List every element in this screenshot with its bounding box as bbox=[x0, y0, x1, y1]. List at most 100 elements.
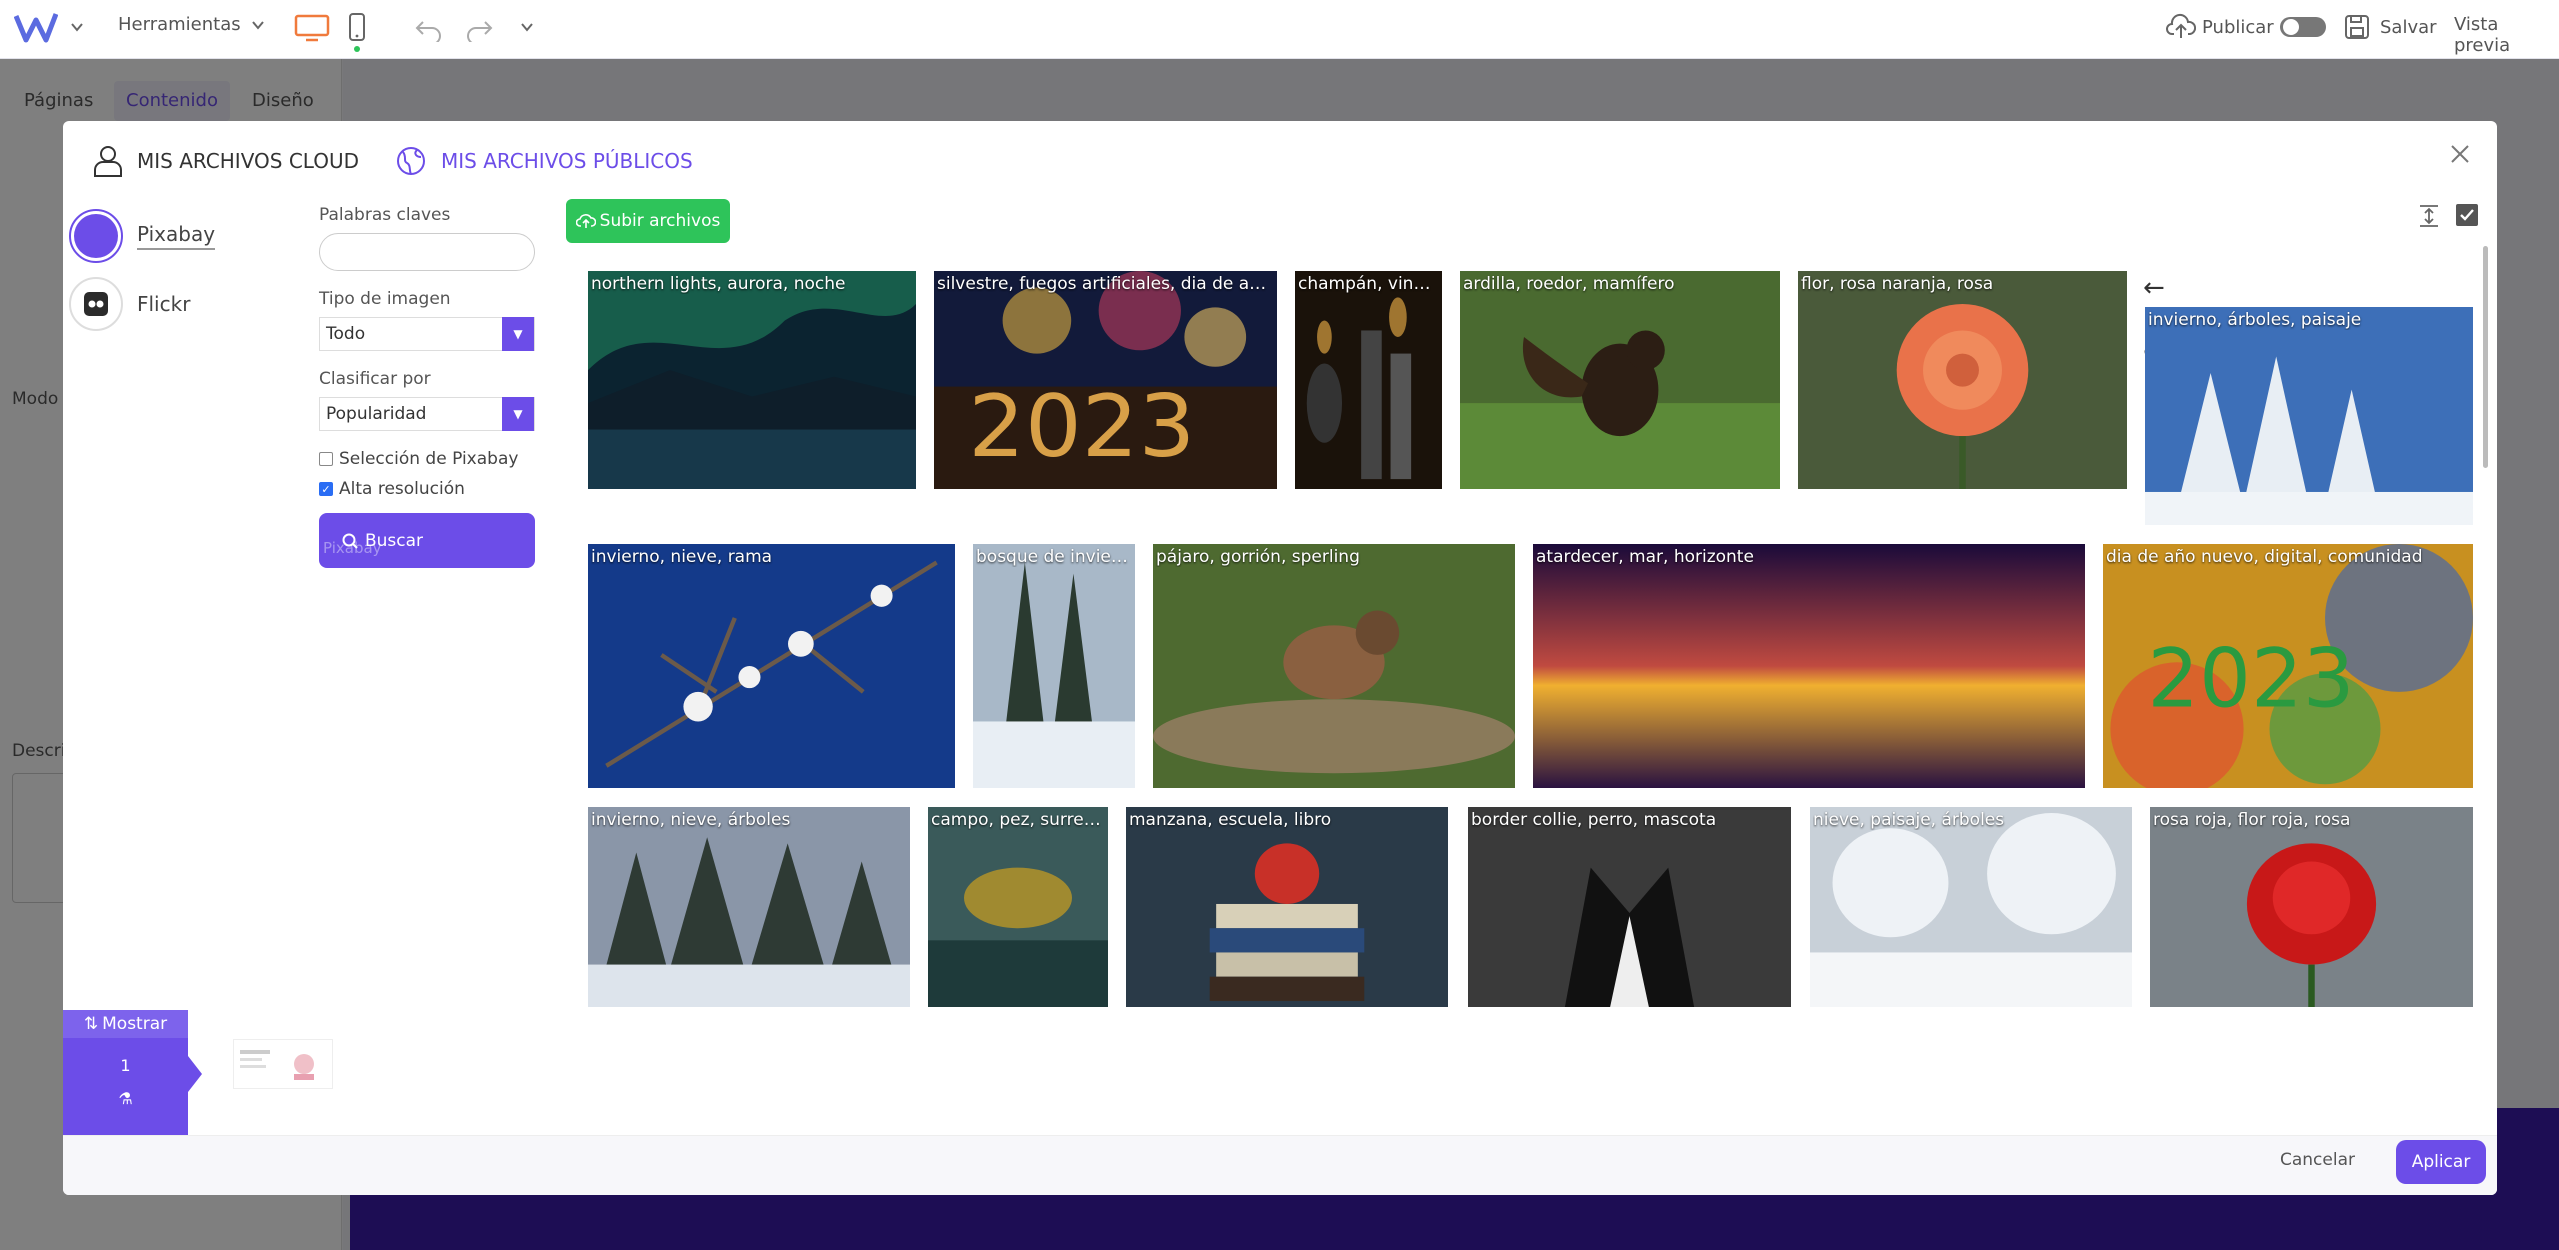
svg-text:2023: 2023 bbox=[2147, 632, 2354, 727]
close-icon[interactable] bbox=[2445, 139, 2475, 169]
show-toggle[interactable]: ⇅ Mostrar bbox=[63, 1010, 188, 1038]
image-tile[interactable]: campo, pez, surreali... bbox=[928, 807, 1108, 1007]
image-tile[interactable]: 2023 silvestre, fuegos artificiales, dia… bbox=[934, 271, 1277, 489]
tab-cloud-label: MIS ARCHIVOS CLOUD bbox=[137, 149, 359, 173]
image-tile[interactable]: bosque de inviern... bbox=[973, 544, 1135, 788]
flickr-logo-icon bbox=[69, 277, 123, 331]
image-tile[interactable]: 2023 dia de año nuevo, digital, comunida… bbox=[2103, 544, 2473, 788]
globe-icon bbox=[397, 147, 425, 175]
svg-text:2023: 2023 bbox=[968, 377, 1195, 477]
image-tile[interactable]: border collie, perro, mascota bbox=[1468, 807, 1791, 1007]
scrollbar[interactable] bbox=[2483, 246, 2488, 468]
keywords-input[interactable] bbox=[319, 233, 535, 271]
publish-label: Publicar bbox=[2202, 16, 2274, 38]
image-tile[interactable]: atardecer, mar, horizonte bbox=[1533, 544, 2085, 788]
redo-icon[interactable] bbox=[464, 14, 494, 42]
flask-icon[interactable]: ⚗ bbox=[63, 1089, 188, 1108]
source-flickr[interactable]: Flickr bbox=[69, 274, 219, 334]
save-icon bbox=[2345, 15, 2369, 39]
sort-value: Popularidad bbox=[326, 404, 427, 424]
tools-menu[interactable]: Herramientas bbox=[118, 14, 265, 35]
pager-arrow bbox=[188, 1056, 202, 1092]
image-caption: ardilla, roedor, mamífero bbox=[1463, 274, 1675, 294]
desktop-icon[interactable] bbox=[294, 14, 330, 42]
mobile-icon[interactable] bbox=[348, 12, 366, 44]
source-pixabay-label: Pixabay bbox=[137, 222, 216, 250]
logo-icon[interactable] bbox=[14, 10, 58, 46]
grid-tools bbox=[2417, 203, 2479, 229]
page-number[interactable]: 1 bbox=[63, 1056, 188, 1075]
chevron-down-icon bbox=[251, 20, 264, 30]
apply-button[interactable]: Aplicar bbox=[2396, 1140, 2486, 1184]
save-button[interactable]: Salvar bbox=[2344, 14, 2437, 40]
image-tile[interactable]: ardilla, roedor, mamífero bbox=[1460, 271, 1780, 489]
search-button[interactable]: Buscar Pixabay bbox=[319, 513, 535, 568]
image-caption: flor, rosa naranja, rosa bbox=[1801, 274, 1994, 294]
image-tile[interactable]: pájaro, gorrión, sperling bbox=[1153, 544, 1515, 788]
image-tile[interactable]: invierno, árboles, paisaje bbox=[2145, 307, 2473, 525]
tools-label: Herramientas bbox=[118, 14, 241, 35]
show-panel: ⇅ Mostrar 1 ⚗ bbox=[63, 1010, 202, 1135]
source-flickr-label: Flickr bbox=[137, 292, 191, 316]
pixabay-selection-checkbox[interactable]: Selección de Pixabay bbox=[319, 449, 539, 469]
dropdown-arrow-icon: ▼ bbox=[502, 397, 534, 431]
high-res-checkbox[interactable]: ✓ Alta resolución bbox=[319, 479, 539, 499]
image-tile[interactable]: invierno, nieve, árboles bbox=[588, 807, 910, 1007]
image-caption: invierno, nieve, árboles bbox=[591, 810, 791, 830]
publish-control[interactable]: Publicar bbox=[2166, 12, 2326, 42]
file-manager-modal: MIS ARCHIVOS CLOUD MIS ARCHIVOS PÚBLICOS… bbox=[63, 121, 2497, 1195]
image-type-select[interactable]: Todo ▼ bbox=[319, 317, 535, 351]
image-caption: nieve, paisaje, árboles bbox=[1813, 810, 2005, 830]
image-tile[interactable]: champán, vino ... bbox=[1295, 271, 1442, 489]
chevron-down-icon[interactable] bbox=[70, 20, 84, 34]
image-caption: bosque de inviern... bbox=[976, 547, 1132, 567]
image-caption: rosa roja, flor roja, rosa bbox=[2153, 810, 2351, 830]
top-bar: Herramientas Publicar Salvar Vista previ… bbox=[0, 0, 2559, 59]
expand-vertical-icon[interactable] bbox=[2417, 203, 2441, 229]
cloud-upload-icon bbox=[575, 214, 596, 228]
pixabay-selection-label: Selección de Pixabay bbox=[339, 449, 519, 469]
checkbox-unchecked[interactable] bbox=[319, 452, 333, 466]
source-pixabay[interactable]: Pixabay bbox=[69, 206, 219, 266]
image-caption: invierno, nieve, rama bbox=[591, 547, 773, 567]
cancel-button[interactable]: Cancelar bbox=[2280, 1150, 2355, 1170]
image-tile[interactable]: rosa roja, flor roja, rosa bbox=[2150, 807, 2473, 1007]
image-caption: northern lights, aurora, noche bbox=[591, 274, 846, 294]
image-caption: campo, pez, surreali... bbox=[931, 810, 1105, 830]
image-tile[interactable]: manzana, escuela, libro bbox=[1126, 807, 1448, 1007]
sort-arrows-icon: ⇅ bbox=[83, 1014, 99, 1034]
image-caption: silvestre, fuegos artificiales, dia de a… bbox=[937, 274, 1274, 294]
tab-cloud-files[interactable]: MIS ARCHIVOS CLOUD bbox=[93, 141, 359, 181]
image-caption: manzana, escuela, libro bbox=[1129, 810, 1332, 830]
tab-public-label: MIS ARCHIVOS PÚBLICOS bbox=[441, 149, 693, 173]
image-type-label: Tipo de imagen bbox=[319, 289, 451, 309]
image-tile[interactable]: northern lights, aurora, noche bbox=[588, 271, 916, 489]
show-label: Mostrar bbox=[102, 1014, 168, 1034]
upload-files-label: Subir archivos bbox=[599, 211, 721, 231]
search-ghost-text: Pixabay bbox=[323, 539, 382, 557]
tab-public-files[interactable]: MIS ARCHIVOS PÚBLICOS bbox=[395, 141, 693, 181]
sort-select[interactable]: Popularidad ▼ bbox=[319, 397, 535, 431]
active-dot bbox=[354, 46, 360, 52]
keywords-label: Palabras claves bbox=[319, 205, 451, 225]
image-tile[interactable]: flor, rosa naranja, rosa bbox=[1798, 271, 2127, 489]
user-icon bbox=[94, 146, 122, 177]
image-caption: pájaro, gorrión, sperling bbox=[1156, 547, 1360, 567]
preview-label: Vista previa bbox=[2454, 14, 2511, 56]
upload-files-button[interactable]: Subir archivos bbox=[566, 199, 730, 243]
publish-toggle[interactable] bbox=[2279, 17, 2326, 37]
preview-button[interactable]: Vista previa bbox=[2454, 14, 2559, 56]
select-all-icon[interactable] bbox=[2455, 203, 2479, 227]
chevron-down-icon[interactable] bbox=[520, 20, 534, 34]
image-caption: border collie, perro, mascota bbox=[1471, 810, 1717, 830]
page-thumbnail[interactable] bbox=[233, 1039, 333, 1089]
image-tile[interactable]: invierno, nieve, rama bbox=[588, 544, 955, 788]
undo-icon[interactable] bbox=[414, 14, 444, 42]
checkbox-checked[interactable]: ✓ bbox=[319, 482, 333, 496]
search-filters: Palabras claves Tipo de imagen Todo ▼ Cl… bbox=[319, 205, 539, 568]
high-res-label: Alta resolución bbox=[339, 479, 465, 499]
modal-footer: Cancelar Aplicar bbox=[63, 1135, 2497, 1195]
image-tile[interactable]: nieve, paisaje, árboles bbox=[1810, 807, 2132, 1007]
image-caption: dia de año nuevo, digital, comunidad bbox=[2106, 547, 2423, 567]
image-caption: atardecer, mar, horizonte bbox=[1536, 547, 1754, 567]
